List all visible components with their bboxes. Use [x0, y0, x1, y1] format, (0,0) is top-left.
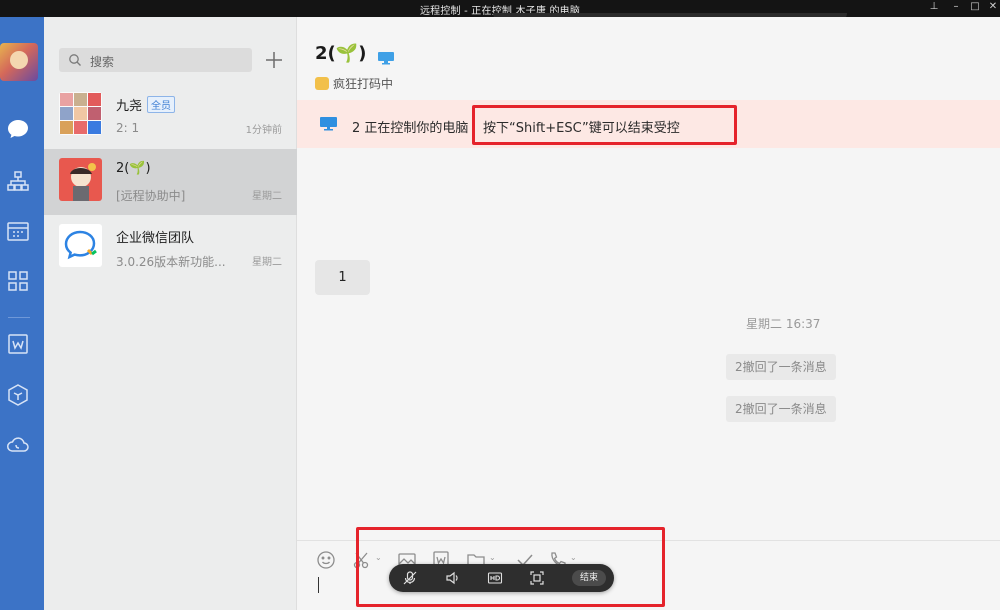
emoji-icon[interactable]	[316, 550, 336, 570]
document-w-icon[interactable]	[4, 330, 32, 358]
wecom-team-avatar	[59, 224, 102, 267]
conversation-list-panel: 搜索 九尧 全员 2: 1 1分钟前 2(🌱) [远程协助中] 星期二 企业微信…	[44, 17, 297, 610]
recall-notice: 2撤回了一条消息	[726, 396, 836, 422]
pin-icon[interactable]: ⊥	[927, 1, 941, 12]
remote-control-titlebar: 远程控制 - 正在控制 木子唐 的电脑 ⊥ – □ ✕	[0, 0, 1000, 22]
text-input-caret[interactable]	[318, 577, 319, 593]
message-icon[interactable]	[4, 115, 32, 143]
chat-title: 2(🌱)	[315, 43, 367, 64]
conversation-name: 九尧 全员	[116, 95, 176, 114]
all-members-badge: 全员	[147, 96, 176, 113]
recall-notice: 2撤回了一条消息	[726, 354, 836, 380]
conversation-name: 2(🌱)	[116, 161, 151, 176]
conversation-item[interactable]: 九尧 全员 2: 1 1分钟前	[44, 83, 297, 149]
close-icon[interactable]: ✕	[986, 1, 1000, 12]
search-placeholder: 搜索	[90, 55, 115, 69]
conversation-time: 1分钟前	[245, 125, 282, 136]
conversation-preview: 3.0.26版本新功能...	[116, 255, 226, 269]
conversation-time: 星期二	[252, 257, 282, 268]
nav-rail	[0, 17, 44, 610]
contact-status: 疯狂打码中	[315, 75, 393, 92]
conversation-name: 企业微信团队	[116, 231, 195, 246]
conversation-item[interactable]: 企业微信团队 3.0.26版本新功能... 星期二	[44, 215, 297, 281]
group-avatar	[59, 92, 102, 135]
contact-avatar	[59, 158, 102, 201]
sprout-emoji: 🌱	[335, 43, 359, 64]
contacts-org-icon[interactable]	[4, 167, 32, 195]
search-icon	[69, 54, 81, 66]
monitor-icon	[320, 117, 337, 131]
calendar-icon[interactable]	[4, 217, 32, 245]
annotation-highlight-toolbar	[356, 527, 665, 607]
workbench-grid-icon[interactable]	[4, 267, 32, 295]
banner-text: 2 正在控制你的电脑	[352, 121, 469, 136]
conversation-preview: [远程协助中]	[116, 189, 186, 203]
desktop-online-icon	[378, 52, 394, 65]
minimize-icon[interactable]: –	[949, 1, 963, 12]
conversation-preview: 2: 1	[116, 121, 140, 135]
status-emoji-icon	[315, 77, 329, 90]
conversation-item-selected[interactable]: 2(🌱) [远程协助中] 星期二	[44, 149, 297, 215]
user-avatar[interactable]	[0, 43, 38, 81]
drive-cube-icon[interactable]	[4, 381, 32, 409]
search-box[interactable]: 搜索	[59, 48, 252, 72]
cloud-phone-icon[interactable]	[4, 431, 32, 459]
annotation-highlight-hint	[472, 105, 737, 145]
message-bubble[interactable]: 1	[315, 260, 370, 295]
maximize-icon[interactable]: □	[968, 1, 982, 12]
conversation-time: 星期二	[252, 191, 282, 202]
rail-divider	[8, 317, 30, 318]
add-icon[interactable]	[262, 48, 286, 72]
message-timestamp: 星期二 16:37	[746, 317, 821, 331]
app-window: 远程控制 - 正在控制 木子唐 的电脑 ⊥ – □ ✕ 搜索 九尧 全员 2: …	[0, 0, 1000, 610]
